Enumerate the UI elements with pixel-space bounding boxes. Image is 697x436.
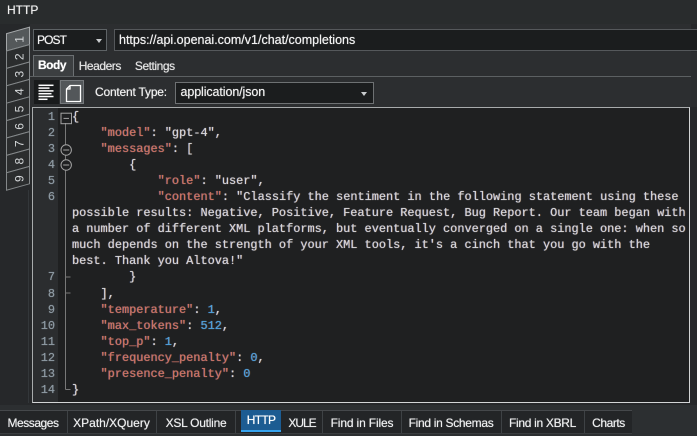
svg-text:4: 4 [13,88,27,95]
svg-text:7: 7 [13,140,27,147]
svg-text:6: 6 [13,123,27,130]
svg-text:5: 5 [13,105,27,112]
svg-text:3: 3 [13,71,27,78]
svg-text:2: 2 [13,53,27,60]
svg-text:9: 9 [13,175,27,182]
svg-text:1: 1 [13,36,27,43]
svg-text:8: 8 [13,158,27,165]
